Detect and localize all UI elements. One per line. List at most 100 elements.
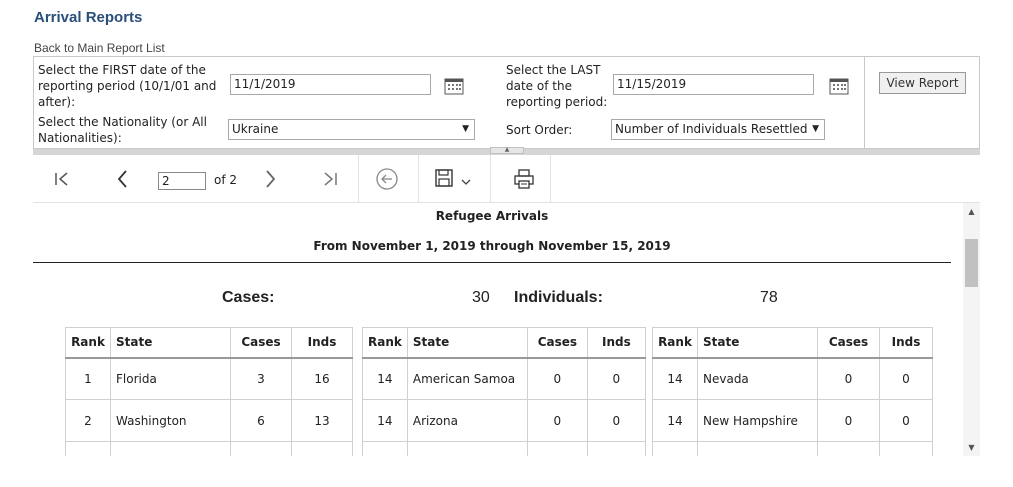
last-page-icon[interactable] [318,167,342,191]
state-table-3: Rank State Cases Inds 14 Nevada 0 0 14 N… [652,327,933,456]
state-cell: American Samoa [406,357,528,400]
chevron-down-icon[interactable] [459,167,473,191]
scroll-thumb[interactable] [965,239,978,287]
toolbar-separator [490,155,491,203]
back-icon[interactable] [375,167,399,191]
chevron-down-icon: ▼ [812,124,819,134]
cases-cell: 3 [230,357,292,400]
chevron-down-icon: ▼ [462,124,469,134]
view-report-button[interactable]: View Report [879,72,966,94]
nationality-select[interactable]: Ukraine ▼ [228,119,475,140]
table-row: 14 Georgia 0 0 [362,441,646,456]
inds-cell: 0 [879,357,933,400]
collapse-toggle-icon[interactable]: ▲ [490,147,524,154]
page-number-input[interactable]: 2 [158,172,206,190]
first-date-calendar-icon[interactable] [444,77,464,95]
first-page-icon[interactable] [50,167,74,191]
back-to-main-report-list-link[interactable]: Back to Main Report List [34,41,165,55]
table-row: 1 Florida 3 16 [65,357,353,400]
report-title: Refugee Arrivals [435,209,549,223]
inds-cell: 10 [291,441,353,456]
scroll-up-icon[interactable]: ▲ [963,203,980,220]
toolbar-separator [550,155,551,203]
cases-cell: 4 [230,441,292,456]
state-cell: Washington [110,399,231,442]
rank-cell: 2 [65,399,111,442]
cases-cell: 6 [230,399,292,442]
last-date-input[interactable]: 11/15/2019 [613,74,814,95]
cases-value: 30 [472,289,490,306]
table-row: 14 New Jersey 0 0 [652,441,933,456]
report-subtitle: From November 1, 2019 through November 1… [313,239,671,253]
column-header-state: State [406,327,528,359]
inds-cell: 0 [586,399,646,442]
save-icon[interactable] [433,167,457,191]
state-table-1: Rank State Cases Inds 1 Florida 3 16 2 W… [65,327,353,456]
rank-cell: 14 [652,441,698,456]
individuals-label: Individuals: [514,289,603,306]
rank-cell: 1 [65,357,111,400]
state-cell: Nevada [697,357,818,400]
cases-cell: 0 [526,357,588,400]
rank-cell: 14 [362,399,408,442]
table-row: 14 Nevada 0 0 [652,357,933,400]
inds-cell: 0 [879,399,933,442]
state-cell: New Jersey [697,441,818,456]
sort-order-select[interactable]: Number of Individuals Resettled ▼ [611,119,825,140]
print-icon[interactable] [512,167,536,191]
cases-cell: 0 [817,357,880,400]
state-cell: Florida [110,357,231,400]
toolbar-separator [418,155,419,203]
rank-cell: 14 [652,357,698,400]
page-title: Arrival Reports [34,9,143,26]
previous-page-icon[interactable] [111,167,135,191]
last-date-calendar-icon[interactable] [829,77,849,95]
individuals-value: 78 [760,289,778,306]
cases-cell: 0 [817,441,880,456]
column-header-cases: Cases [230,327,292,359]
last-date-label: Select the LAST date of the reporting pe… [506,63,608,109]
panel-divider [864,57,865,150]
nationality-label: Select the Nationality (or All Nationali… [38,115,207,145]
table-row: 14 American Samoa 0 0 [362,357,646,400]
state-cell: New Hampshire [697,399,818,442]
page-count-label: of 2 [214,173,238,187]
column-header-rank: Rank [65,327,111,359]
cases-cell: 0 [526,441,588,456]
state-cell: Oregon [110,441,231,456]
nationality-selected-value: Ukraine [232,122,279,136]
table-row: 14 Arizona 0 0 [362,399,646,442]
inds-cell: 16 [291,357,353,400]
cases-cell: 0 [526,399,588,442]
cases-cell: 0 [817,399,880,442]
rank-cell: 14 [652,399,698,442]
first-date-input[interactable]: 11/1/2019 [230,74,431,95]
report-scrollbar[interactable]: ▲ ▼ [963,203,980,456]
table-row: 14 New Hampshire 0 0 [652,399,933,442]
scroll-down-icon[interactable]: ▼ [963,439,980,456]
report-toolbar: 2 of 2 [33,155,980,203]
report-divider [33,262,951,263]
rank-cell: 14 [362,357,408,400]
inds-cell: 0 [586,357,646,400]
column-header-cases: Cases [526,327,588,359]
cases-label: Cases: [222,289,275,306]
next-page-icon[interactable] [258,167,282,191]
state-cell: Arizona [406,399,528,442]
table-row: 2 Washington 6 13 [65,399,353,442]
report-viewer: Refugee Arrivals From November 1, 2019 t… [33,203,980,456]
state-table-2: Rank State Cases Inds 14 American Samoa … [362,327,646,456]
column-header-inds: Inds [291,327,353,359]
inds-cell: 13 [291,399,353,442]
column-header-cases: Cases [817,327,880,359]
column-header-state: State [697,327,818,359]
toolbar-separator [358,155,359,203]
rank-cell: 3 [65,441,111,456]
column-header-rank: Rank [362,327,408,359]
column-header-state: State [110,327,231,359]
inds-cell: 0 [879,441,933,456]
column-header-rank: Rank [652,327,698,359]
table-row: 3 Oregon 4 10 [65,441,353,456]
parameter-panel: Select the FIRST date of the reporting p… [33,56,980,150]
state-cell: Georgia [406,441,528,456]
